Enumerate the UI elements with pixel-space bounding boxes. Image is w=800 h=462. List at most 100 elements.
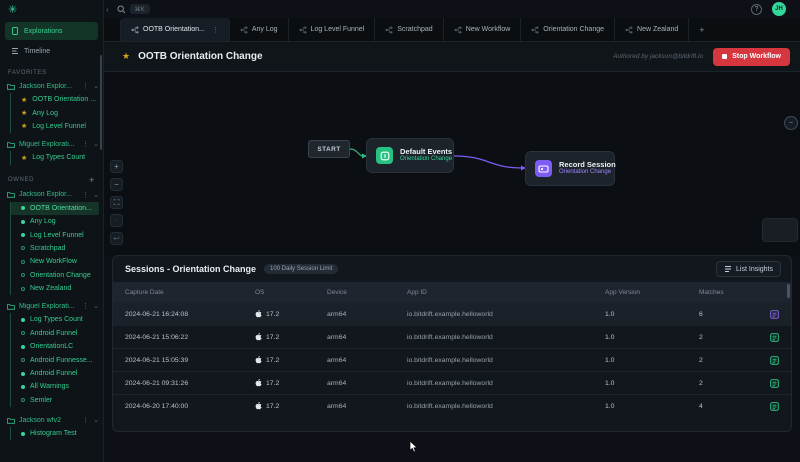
workflow-item[interactable]: Histogram Test	[11, 427, 103, 440]
owned-tree: Log Types Count Android Funnel Orientati…	[10, 313, 103, 407]
help-icon[interactable]: ?	[751, 4, 762, 15]
node-record-session[interactable]: Record Session Orientation Change	[525, 151, 615, 186]
sidebar-scrollbar[interactable]	[100, 55, 102, 150]
workflow-item[interactable]: Android Funnel	[11, 367, 103, 380]
cell-os: 17.2	[255, 310, 327, 318]
workflow-item[interactable]: Log Types Count	[11, 313, 103, 326]
node-subtitle: Orientation Change	[400, 156, 452, 164]
stop-workflow-button[interactable]: Stop Workflow	[713, 48, 790, 66]
cell-app-id: io.bitdrift.example.helloworld	[407, 380, 605, 387]
folder-menu-icon[interactable]: ⋮	[82, 82, 89, 90]
workflow-item[interactable]: Log Level Funnel	[11, 228, 103, 241]
folder-jackson-favorites[interactable]: Jackson Explor... ⋮ ⌄	[0, 79, 103, 93]
chevron-down-icon[interactable]: ⌄	[93, 191, 99, 199]
folder-name: Jackson Explor...	[19, 83, 78, 90]
workflow-item[interactable]: New WorkFlow	[11, 255, 103, 268]
session-logs-icon[interactable]	[770, 379, 779, 388]
table-row[interactable]: 2024-06-21 16:24:08 17.2 arm64 io.bitdri…	[113, 302, 791, 325]
zoom-out-button[interactable]: −	[110, 178, 123, 191]
tab-orientation-change[interactable]: Orientation Change	[521, 18, 615, 41]
workflow-item[interactable]: Scratchpad	[11, 242, 103, 255]
bitdrift-logo-icon[interactable]: ✳	[8, 5, 17, 16]
favorites-tree: ★Log Types Count	[10, 151, 103, 164]
collapse-sidebar-icon[interactable]: ‹	[106, 5, 109, 14]
workflow-item[interactable]: Android Funnesse...	[11, 353, 103, 366]
workflow-item[interactable]: Android Funnel	[11, 327, 103, 340]
cell-app-id: io.bitdrift.example.helloworld	[407, 334, 605, 341]
workflow-item[interactable]: Semler	[11, 394, 103, 407]
folder-menu-icon[interactable]: ⋮	[82, 140, 89, 148]
workflow-icon	[385, 26, 393, 34]
folder-menu-icon[interactable]: ⋮	[82, 302, 89, 310]
workflow-item-selected[interactable]: OOTB Orientation...	[11, 202, 99, 215]
tab-new-zealand[interactable]: New Zealand	[615, 18, 689, 41]
cell-app-id: io.bitdrift.example.helloworld	[407, 311, 605, 318]
tab-ootb-orientation[interactable]: OOTB Orientation... ⋮	[120, 18, 230, 41]
workflow-item[interactable]: All Warnings	[11, 380, 103, 393]
timeline-icon	[11, 47, 19, 55]
fit-view-button[interactable]: ⛶	[110, 196, 123, 209]
add-folder-icon[interactable]: +	[89, 175, 95, 185]
phone-icon	[11, 27, 19, 35]
star-icon[interactable]: ★	[122, 51, 130, 62]
session-logs-icon[interactable]	[770, 356, 779, 365]
status-dot-icon	[21, 287, 25, 291]
table-row[interactable]: 2024-06-21 15:05:39 17.2 arm64 io.bitdri…	[113, 348, 791, 371]
chevron-down-icon[interactable]: ⌄	[93, 302, 99, 310]
tab-label: New Zealand	[637, 26, 678, 33]
canvas-minimap[interactable]	[762, 218, 798, 242]
chevron-down-icon[interactable]: ⌄	[93, 416, 99, 424]
chevron-down-icon[interactable]: ⌄	[93, 82, 99, 90]
feedback-chat-icon[interactable]: −	[784, 116, 798, 130]
zoom-in-button[interactable]: +	[110, 160, 123, 173]
folder-miguel-owned[interactable]: Miguel Explorati... ⋮ ⌄	[0, 299, 103, 313]
workflow-item[interactable]: OrientationLC	[11, 340, 103, 353]
folder-miguel-favorites[interactable]: Miguel Explorati... ⋮ ⌄	[0, 137, 103, 151]
fav-item[interactable]: ★Log Level Funnel	[11, 120, 103, 133]
cell-os: 17.2	[255, 402, 327, 410]
events-icon	[376, 147, 393, 164]
undo-button[interactable]: ↩	[110, 232, 123, 245]
tab-log-level-funnel[interactable]: Log Level Funnel	[289, 18, 376, 41]
workflow-item[interactable]: Any Log	[11, 215, 103, 228]
node-default-events[interactable]: Default Events Orientation Change	[366, 138, 454, 173]
session-logs-icon[interactable]	[770, 402, 779, 411]
folder-menu-icon[interactable]: ⋮	[82, 191, 89, 199]
lock-button[interactable]: ·	[110, 214, 123, 227]
fav-item-label: Any Log	[32, 110, 58, 117]
apple-icon	[255, 402, 262, 410]
table-row[interactable]: 2024-06-20 17:40:00 17.2 arm64 io.bitdri…	[113, 394, 791, 417]
fav-item[interactable]: ★Any Log	[11, 106, 103, 119]
add-tab-button[interactable]: +	[689, 18, 714, 41]
cell-matches: 4	[699, 403, 769, 410]
folder-jackson-owned[interactable]: Jackson Explor... ⋮ ⌄	[0, 188, 103, 202]
tab-menu-icon[interactable]: ⋮	[212, 26, 219, 34]
sidebar-item-timeline[interactable]: Timeline	[5, 42, 98, 60]
sidebar-item-explorations[interactable]: Explorations	[5, 22, 98, 40]
workflow-item[interactable]: New Zealand	[11, 282, 103, 295]
table-row[interactable]: 2024-06-21 09:31:26 17.2 arm64 io.bitdri…	[113, 371, 791, 394]
cell-device: arm64	[327, 334, 407, 341]
table-row[interactable]: 2024-06-21 15:06:22 17.2 arm64 io.bitdri…	[113, 325, 791, 348]
avatar[interactable]: JH	[772, 2, 786, 16]
folder-menu-icon[interactable]: ⋮	[82, 416, 89, 424]
folder-jackson-wfv2[interactable]: Jackson wfv2 ⋮ ⌄	[0, 413, 103, 427]
tab-scratchpad[interactable]: Scratchpad	[375, 18, 443, 41]
start-node[interactable]: START	[308, 140, 350, 158]
node-subtitle: Orientation Change	[559, 169, 616, 177]
list-insights-button[interactable]: List Insights	[716, 261, 781, 277]
global-search[interactable]: ⌘K	[117, 4, 150, 14]
cell-version: 1.0	[605, 380, 699, 387]
fav-item[interactable]: ★Log Types Count	[11, 151, 103, 164]
cell-os: 17.2	[255, 379, 327, 387]
app-window: ✳ Explorations Timeline FAVORITES Jackso…	[0, 0, 800, 462]
workflow-item[interactable]: Orientation Change	[11, 269, 103, 282]
workflow-canvas[interactable]: START Default Events Orientation Change …	[104, 72, 800, 255]
tab-new-workflow[interactable]: New Workflow	[444, 18, 522, 41]
session-logs-icon[interactable]	[770, 310, 779, 319]
fav-item[interactable]: ★OOTB Orientation ...	[11, 93, 103, 106]
table-scrollbar[interactable]	[787, 284, 790, 298]
session-logs-icon[interactable]	[770, 333, 779, 342]
chevron-down-icon[interactable]: ⌄	[93, 140, 99, 148]
tab-any-log[interactable]: Any Log	[230, 18, 289, 41]
